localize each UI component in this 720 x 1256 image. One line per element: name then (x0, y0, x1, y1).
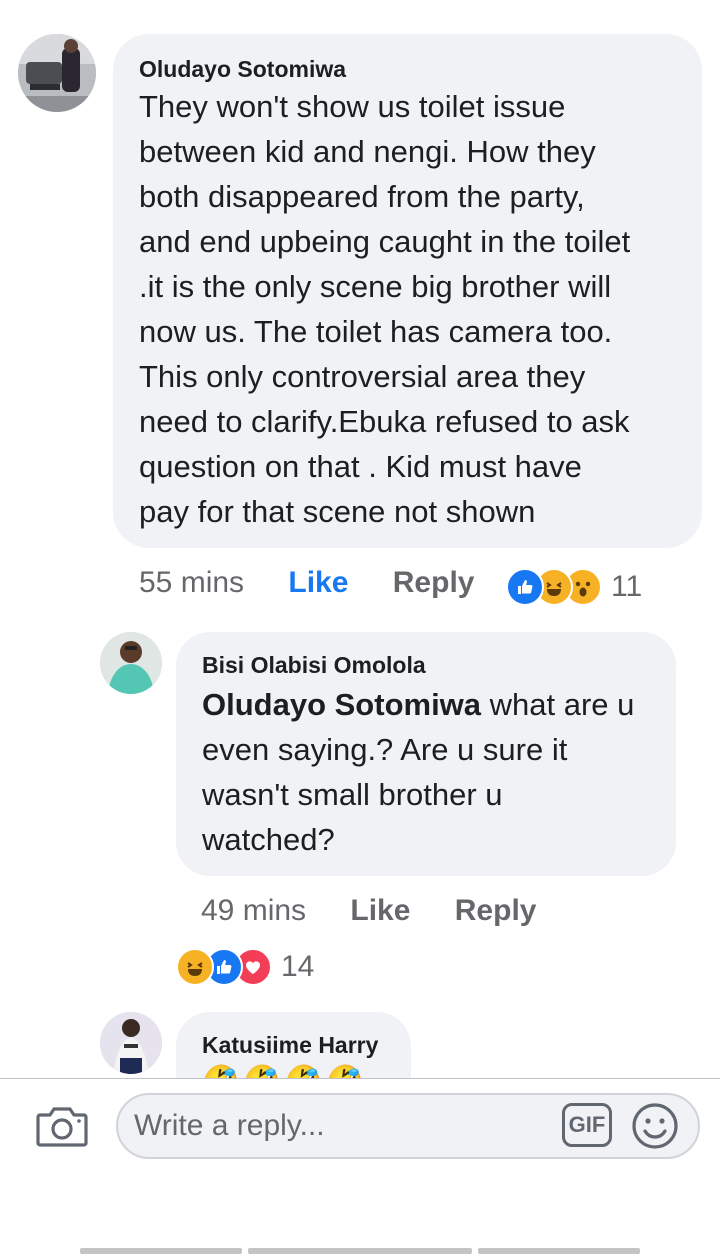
comment-bubble: Oludayo Sotomiwa They won't show us toil… (113, 34, 702, 548)
like-reaction-icon (506, 568, 544, 606)
comment-line: between kid and nengi. How they (139, 134, 596, 169)
emoji-icon[interactable] (630, 1101, 680, 1151)
reply-line: even saying.? Are u sure it (202, 732, 568, 767)
nav-hint-bar-center (248, 1248, 472, 1254)
reply-button[interactable]: Reply (455, 894, 537, 927)
gif-label: GIF (568, 1112, 606, 1137)
comment-line: question on that . Kid must have (139, 449, 582, 484)
reply-line: watched? (202, 822, 335, 857)
reply-author[interactable]: Bisi Olabisi Omolola (202, 652, 426, 679)
reply-author[interactable]: Katusiime Harry (202, 1032, 378, 1059)
reply-bubble: Bisi Olabisi Omolola Oludayo Sotomiwa wh… (176, 632, 676, 876)
nav-hint-bar-right (478, 1248, 640, 1254)
avatar-bisi[interactable] (100, 632, 162, 694)
comment-line: pay for that scene not shown (139, 494, 536, 529)
mention-link[interactable]: Oludayo Sotomiwa (202, 687, 481, 722)
like-button[interactable]: Like (350, 894, 410, 927)
comment-text: They won't show us toilet issue between … (139, 84, 699, 534)
comment-actions: 55 mins Like Reply (139, 566, 474, 600)
comment-line: now us. The toilet has camera too. (139, 314, 613, 349)
reply-input[interactable] (132, 1105, 556, 1147)
reply-text: Oludayo Sotomiwa what are u even saying.… (202, 682, 672, 862)
reply-line: what are u (481, 687, 635, 722)
comment-author[interactable]: Oludayo Sotomiwa (139, 56, 346, 83)
gif-button[interactable]: GIF (562, 1103, 612, 1147)
reaction-count: 14 (281, 950, 315, 983)
comment-line: and end upbeing caught in the toilet (139, 224, 631, 259)
avatar-oludayo[interactable] (18, 34, 96, 112)
reply-input-box[interactable]: GIF (116, 1093, 700, 1159)
comment-line: They won't show us toilet issue (139, 89, 566, 124)
reply-timestamp: 49 mins (201, 894, 307, 927)
comment-line: .it is the only scene big brother will (139, 269, 612, 304)
nav-hint-bar-left (80, 1248, 242, 1254)
camera-icon[interactable] (36, 1103, 88, 1149)
reply-line: wasn't small brother u (202, 777, 503, 812)
comment-line: both disappeared from the party, (139, 179, 585, 214)
reaction-count: 11 (611, 570, 643, 603)
reply-actions: 49 mins Like Reply (201, 894, 536, 928)
reply-reactions[interactable]: 14 (176, 948, 314, 986)
avatar-image (100, 1012, 162, 1074)
haha-reaction-icon (176, 948, 214, 986)
comment-line: need to clarify.Ebuka refused to ask (139, 404, 630, 439)
reply-button[interactable]: Reply (393, 566, 475, 599)
reply-composer: GIF (0, 1078, 720, 1256)
comment-line: This only controversial area they (139, 359, 586, 394)
avatar-image (18, 34, 96, 112)
comment-reactions[interactable]: 11 (506, 568, 642, 606)
avatar-image (100, 632, 162, 694)
avatar-katusiime[interactable] (100, 1012, 162, 1074)
like-button[interactable]: Like (288, 566, 348, 599)
comment-timestamp: 55 mins (139, 566, 245, 599)
